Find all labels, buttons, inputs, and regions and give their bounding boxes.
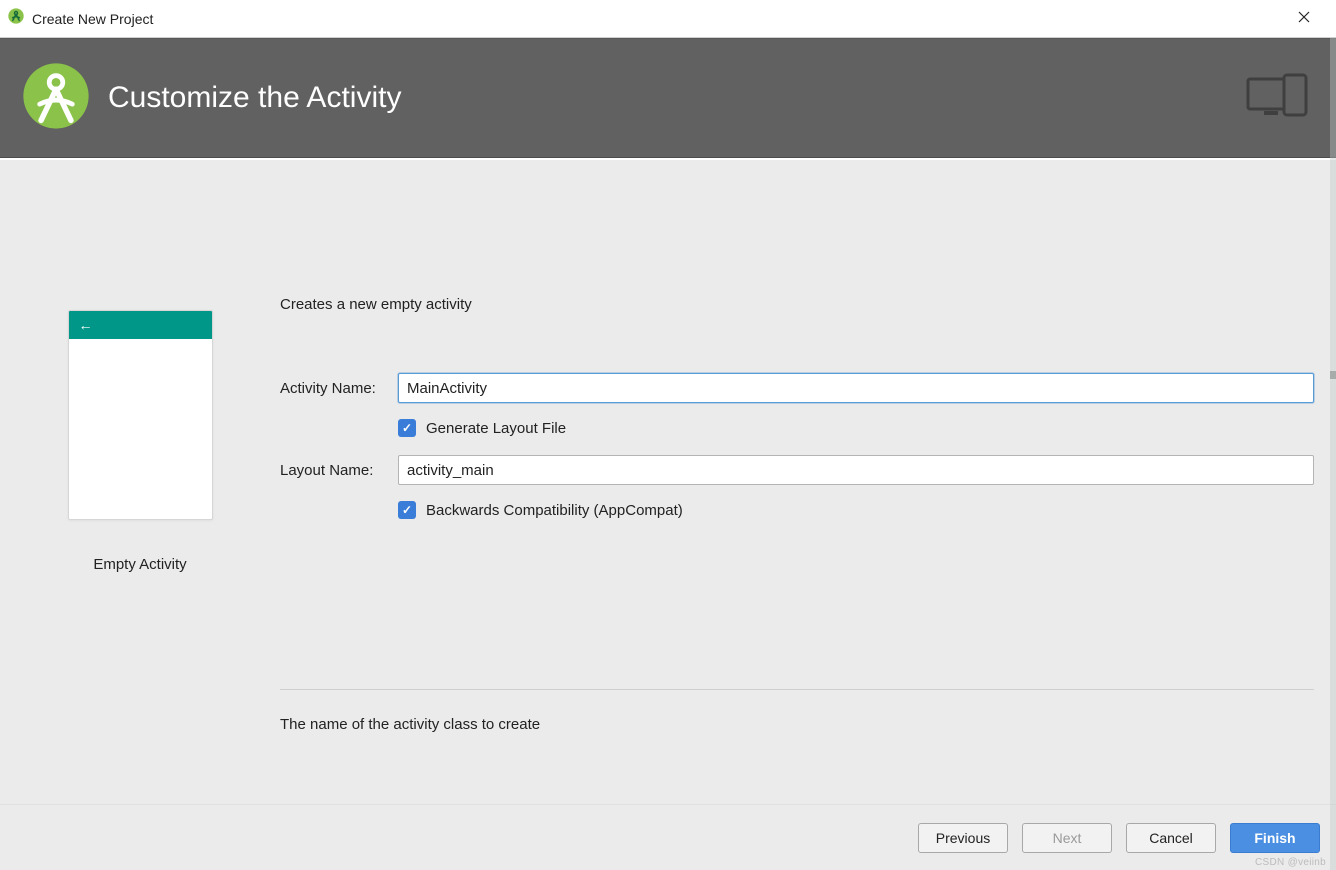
titlebar: Create New Project bbox=[0, 0, 1336, 38]
android-studio-logo-icon bbox=[22, 62, 90, 135]
activity-name-row: Activity Name: bbox=[280, 373, 1314, 403]
previous-button[interactable]: Previous bbox=[918, 823, 1008, 853]
activity-name-label: Activity Name: bbox=[280, 380, 398, 397]
next-button: Next bbox=[1022, 823, 1112, 853]
backwards-compat-checkbox[interactable]: ✓ bbox=[398, 501, 416, 519]
check-icon: ✓ bbox=[402, 504, 412, 516]
content-area: ← Empty Activity Creates a new empty act… bbox=[0, 160, 1336, 804]
android-studio-icon bbox=[8, 8, 24, 29]
preview-label: Empty Activity bbox=[93, 556, 186, 573]
footer: Previous Next Cancel Finish bbox=[0, 804, 1336, 870]
finish-button[interactable]: Finish bbox=[1230, 823, 1320, 853]
backwards-compat-label: Backwards Compatibility (AppCompat) bbox=[426, 502, 683, 519]
layout-name-row: Layout Name: bbox=[280, 455, 1314, 485]
form-column: Creates a new empty activity Activity Na… bbox=[280, 160, 1336, 804]
check-icon: ✓ bbox=[402, 422, 412, 434]
preview-appbar: ← bbox=[69, 311, 212, 339]
devices-icon bbox=[1246, 73, 1314, 124]
layout-name-label: Layout Name: bbox=[280, 462, 398, 479]
backwards-compat-row[interactable]: ✓ Backwards Compatibility (AppCompat) bbox=[398, 501, 1314, 519]
activity-preview-card: ← bbox=[68, 310, 213, 520]
layout-name-input[interactable] bbox=[398, 455, 1314, 485]
banner-title: Customize the Activity bbox=[108, 81, 401, 115]
watermark: CSDN @veiinb bbox=[1255, 857, 1326, 868]
cancel-button[interactable]: Cancel bbox=[1126, 823, 1216, 853]
banner-left: Customize the Activity bbox=[22, 62, 401, 135]
generate-layout-row[interactable]: ✓ Generate Layout File bbox=[398, 419, 1314, 437]
hint-divider bbox=[280, 689, 1314, 690]
background-edge bbox=[1330, 38, 1336, 870]
left-column: ← Empty Activity bbox=[0, 160, 280, 804]
window-title: Create New Project bbox=[32, 11, 153, 27]
activity-name-input[interactable] bbox=[398, 373, 1314, 403]
back-arrow-icon: ← bbox=[79, 318, 93, 332]
hint-text: The name of the activity class to create bbox=[280, 716, 1314, 733]
wizard-banner: Customize the Activity bbox=[0, 38, 1336, 158]
titlebar-left: Create New Project bbox=[8, 8, 153, 29]
close-button[interactable] bbox=[1288, 4, 1320, 34]
generate-layout-label: Generate Layout File bbox=[426, 420, 566, 437]
generate-layout-checkbox[interactable]: ✓ bbox=[398, 419, 416, 437]
form-subtitle: Creates a new empty activity bbox=[280, 296, 1314, 313]
